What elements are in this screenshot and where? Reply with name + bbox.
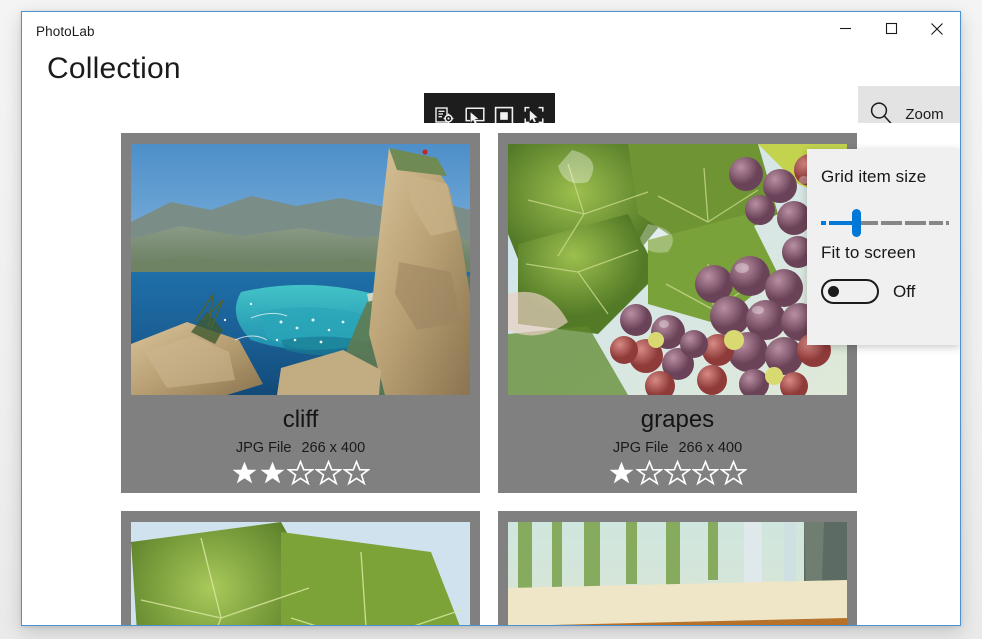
star-icon-empty[interactable] [315, 460, 342, 486]
maximize-button[interactable] [868, 12, 914, 45]
close-button[interactable] [914, 12, 960, 45]
slider-tick [902, 221, 905, 225]
star-icon-empty[interactable] [664, 460, 691, 486]
photo-file-type: JPG File [612, 440, 669, 456]
zoom-flyout-panel: Grid item size Fit to screen Off [807, 149, 960, 345]
toggle-knob [828, 286, 839, 297]
star-icon-empty[interactable] [636, 460, 663, 486]
star-icon-filled[interactable] [608, 460, 635, 486]
caption-button-group [822, 12, 960, 45]
minimize-icon [839, 22, 852, 35]
photo-dimensions: 266 x 400 [678, 440, 743, 456]
grape-leaves-photo [131, 522, 470, 625]
photo-dimensions: 266 x 400 [301, 440, 366, 456]
zoom-button-label: Zoom [905, 106, 944, 123]
coastal-cliff-bay-photo [131, 144, 470, 395]
maximize-icon [885, 22, 898, 35]
minimize-button[interactable] [822, 12, 868, 45]
star-icon-empty[interactable] [692, 460, 719, 486]
star-icon-filled[interactable] [231, 460, 258, 486]
autumn-forest-floor-photo [508, 522, 847, 625]
photo-card[interactable]: cliff JPG File 266 x 400 [121, 133, 480, 493]
rating-stars[interactable] [608, 460, 747, 486]
grid-item-size-label: Grid item size [821, 167, 927, 186]
photo-meta: JPG File 266 x 400 [236, 440, 365, 456]
star-icon-empty[interactable] [287, 460, 314, 486]
fit-to-screen-row: Off [821, 279, 946, 304]
grapes-on-vine-photo [508, 144, 847, 395]
photo-thumbnail [508, 144, 847, 395]
grid-item-size-slider[interactable] [821, 205, 949, 243]
photo-thumbnail [131, 522, 470, 625]
close-icon [930, 22, 944, 36]
photo-card[interactable] [121, 511, 480, 625]
photo-card[interactable]: grapes JPG File 266 x 400 [498, 133, 857, 493]
app-window: PhotoLab Collection Zoom Grid item size … [21, 11, 961, 626]
slider-tick [926, 221, 929, 225]
star-icon-empty[interactable] [720, 460, 747, 486]
fit-to-screen-toggle[interactable] [821, 279, 879, 304]
photo-file-type: JPG File [235, 440, 292, 456]
photo-card[interactable] [498, 511, 857, 625]
star-icon-empty[interactable] [343, 460, 370, 486]
page-header: Collection Zoom Grid item size Fit to sc… [22, 49, 960, 345]
rating-stars[interactable] [231, 460, 370, 486]
slider-tick [943, 221, 946, 225]
fit-to-screen-label: Fit to screen [821, 243, 916, 262]
app-title: PhotoLab [36, 24, 95, 39]
star-icon-filled[interactable] [259, 460, 286, 486]
desktop-backdrop: PhotoLab Collection Zoom Grid item size … [0, 0, 982, 639]
photo-name: cliff [282, 406, 319, 433]
fit-to-screen-state: Off [893, 281, 916, 301]
photo-name: grapes [640, 406, 715, 433]
slider-tick [826, 221, 829, 225]
slider-tick [878, 221, 881, 225]
photo-grid: cliff JPG File 266 x 400 grapes JPG File… [121, 133, 877, 625]
page-title: Collection [47, 52, 181, 85]
slider-thumb[interactable] [852, 209, 861, 237]
photo-thumbnail [131, 144, 470, 395]
photo-meta: JPG File 266 x 400 [613, 440, 742, 456]
title-bar: PhotoLab [22, 12, 960, 49]
photo-thumbnail [508, 522, 847, 625]
